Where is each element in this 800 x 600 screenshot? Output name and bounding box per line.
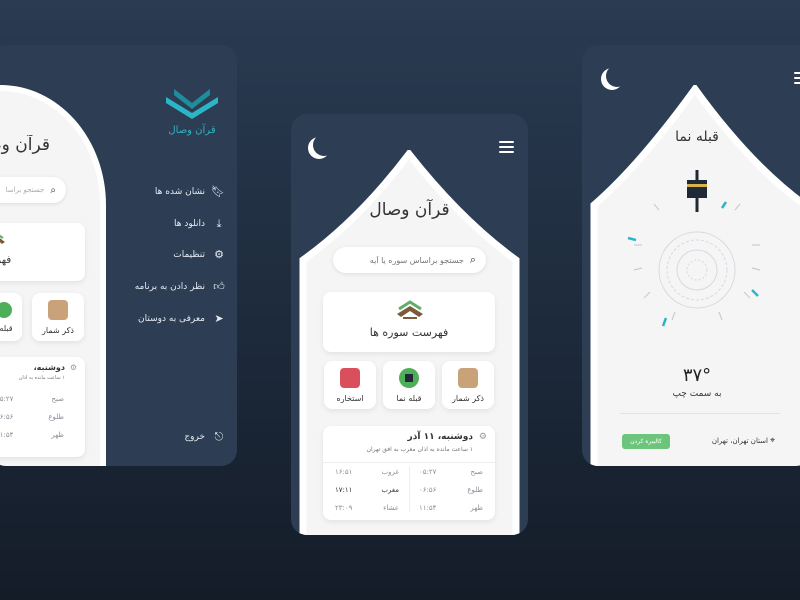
shortcut-istikhara[interactable]: استخاره — [324, 361, 376, 409]
left-surah-label: فهرس — [0, 255, 12, 266]
left-time-value: ۰۶:۵۶ — [0, 413, 14, 421]
qibla-compass — [622, 165, 772, 350]
left-arch-title: قرآن وصال — [0, 135, 50, 155]
menu-item-bookmarks[interactable]: 🔖︎ نشان شده ها — [155, 186, 225, 198]
side-menu: قرآن وصال 🔖︎ نشان شده ها ⤓ دانلود ها ⚙ ت… — [110, 45, 237, 466]
kaaba-icon — [0, 301, 12, 318]
qibla-title: قبله نما — [675, 129, 719, 145]
left-surah-card[interactable]: فهرس — [0, 223, 85, 281]
middle-phone-screen: قرآن وصال ⌕ فهرست سوره ها ذکر شمار قبله … — [291, 114, 528, 535]
time-value: ۰۶:۵۶ — [419, 486, 437, 494]
prayer-times-right-col: صبح ۰۵:۲۷ طلوع ۰۶:۵۶ ظهر ۱۱:۵۴ — [419, 468, 483, 512]
prayer-hands-icon — [48, 299, 68, 320]
prayer-times-left-col: غروب ۱۶:۵۱ مغرب ۱۷:۱۱ عشاء ۲۳:۰۹ — [335, 468, 399, 512]
left-shortcut-dhikr-label: ذکر شمار — [42, 325, 74, 335]
menu-item-settings[interactable]: ⚙ تنظیمات — [173, 249, 225, 261]
settings-small-icon[interactable]: ⚙ — [479, 432, 487, 442]
page-title: قرآن وصال — [369, 200, 450, 220]
menu-item-rate[interactable]: 👍︎ نظر دادن به برنامه — [135, 281, 225, 293]
left-time-value: ۱۱:۵۴ — [0, 431, 14, 439]
shortcut-dhikr[interactable]: ذکر شمار — [442, 361, 494, 409]
menu-item-share[interactable]: ➤ معرفی به دوستان — [138, 313, 225, 325]
left-time-label: ظهر — [51, 431, 64, 439]
location-text: استان تهران، تهران — [711, 437, 768, 445]
prayer-date: دوشنبه، ۱۱ آذر — [407, 432, 473, 442]
menu-item-label: نشان شده ها — [154, 187, 205, 197]
menu-item-label: نظر دادن به برنامه — [134, 282, 205, 292]
time-value: ۱۷:۱۱ — [335, 486, 353, 494]
time-label: مغرب — [381, 486, 399, 494]
app-logo-icon — [164, 83, 220, 121]
qibla-degree: ۳۷° — [682, 365, 712, 386]
menu-item-label: خروج — [184, 432, 205, 442]
time-value: ۰۵:۲۷ — [419, 468, 437, 476]
menu-item-downloads[interactable]: ⤓ دانلود ها — [174, 218, 225, 230]
quran-stand-icon — [0, 231, 6, 245]
prayer-times-card: ⚙ دوشنبه، ۱۱ آذر ۱ ساعت مانده به اذان مغ… — [323, 426, 495, 520]
kaaba-icon — [399, 367, 419, 388]
left-time-label: صبح — [51, 395, 64, 403]
shortcut-qibla[interactable]: قبله نما — [383, 361, 435, 409]
bookmark-icon: 🔖︎ — [211, 185, 225, 198]
time-label: صبح — [470, 468, 483, 476]
right-phone-screen: قبله نما ۳۷° به سمت چپ ⌖ استان تهران، ته… — [582, 45, 800, 466]
app-logo-text: قرآن وصال — [168, 125, 216, 136]
qibla-direction: به سمت چپ — [672, 389, 722, 399]
menu-item-label: معرفی به دوستان — [138, 314, 205, 324]
prayer-hands-icon — [458, 367, 478, 388]
calibrate-button[interactable]: کالیبره کردن — [622, 434, 670, 449]
moon-icon — [606, 65, 628, 87]
download-icon: ⤓ — [216, 217, 222, 230]
search-icon: ⌕ — [469, 253, 476, 266]
settings-small-icon: ⚙ — [69, 363, 77, 372]
shortcut-dhikr-label: ذکر شمار — [452, 393, 484, 403]
time-value: ۱۶:۵۱ — [335, 468, 353, 476]
time-label: ظهر — [470, 504, 483, 512]
shortcut-qibla-label: قبله نما — [396, 393, 422, 403]
logout-icon: ⎋ — [214, 430, 224, 443]
left-prayer-date: دوشنبه، — [33, 363, 65, 372]
shortcut-istikhara-label: استخاره — [336, 393, 364, 403]
left-time-value: ۰۵:۲۷ — [0, 395, 14, 403]
left-search-placeholder: جستجو براسا — [5, 186, 45, 194]
left-time-label: طلوع — [48, 413, 64, 421]
menu-item-label: تنظیمات — [173, 250, 205, 260]
left-prayer-card: ⚙ دوشنبه، ۱ ساعت مانده به اذان صبح ۰۵:۲۷ … — [0, 357, 85, 457]
menu-item-logout[interactable]: ⎋ خروج — [184, 431, 225, 443]
search-bar[interactable]: ⌕ — [333, 247, 486, 273]
thumbs-up-icon: 👍︎ — [213, 280, 225, 293]
gear-icon: ⚙ — [214, 248, 224, 261]
send-icon: ➤ — [214, 312, 224, 325]
surah-list-label: فهرست سوره ها — [369, 326, 449, 339]
time-value: ۱۱:۵۴ — [419, 504, 437, 512]
left-search-bar[interactable]: ⌕ جستجو براسا — [0, 177, 66, 203]
left-shortcut-qibla-label: قبله — [0, 323, 13, 333]
search-icon: ⌕ — [50, 184, 56, 196]
quran-book-icon — [340, 367, 360, 388]
surah-list-card[interactable]: فهرست سوره ها — [323, 292, 495, 352]
search-input[interactable] — [343, 255, 464, 265]
location-icon: ⌖ — [770, 436, 776, 446]
left-shortcut-dhikr[interactable]: ذکر شمار — [32, 293, 84, 341]
time-label: عشاء — [383, 504, 399, 512]
quran-stand-icon — [395, 300, 425, 320]
menu-item-label: دانلود ها — [174, 219, 205, 229]
prayer-subtitle: ۱ ساعت مانده به اذان مغرب به افق تهران — [366, 446, 473, 453]
left-prayer-subtitle: ۱ ساعت مانده به اذان — [18, 375, 65, 381]
time-label: طلوع — [467, 486, 483, 494]
left-prayer-times: صبح ۰۵:۲۷ طلوع ۰۶:۵۶ ظهر ۱۱:۵۴ — [0, 395, 64, 439]
time-value: ۲۳:۰۹ — [335, 504, 353, 512]
left-phone-screen: قرآن وصال ⌕ جستجو براسا فهرس ذکر شمار قب… — [0, 45, 237, 466]
left-shortcut-qibla[interactable]: قبله — [0, 293, 22, 341]
time-label: غروب — [381, 468, 400, 476]
divider — [620, 413, 780, 414]
